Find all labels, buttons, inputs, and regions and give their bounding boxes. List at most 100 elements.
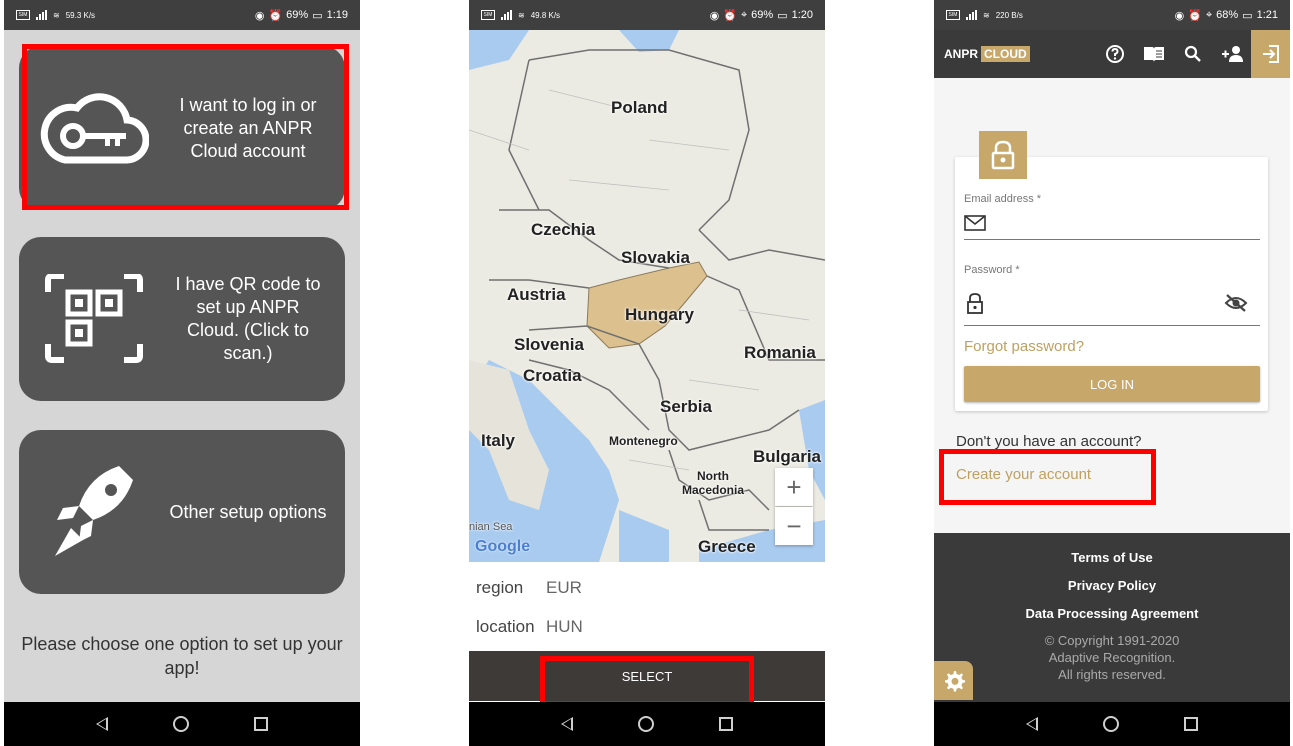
- forgot-password-link[interactable]: Forgot password?: [964, 338, 1084, 355]
- copyright-line-3: All rights reserved.: [1058, 667, 1166, 682]
- wifi-icon: ≋: [518, 10, 525, 20]
- no-account-text: Don't you have an account?: [956, 433, 1142, 450]
- email-field[interactable]: [992, 208, 1260, 238]
- qr-option-label: I have QR code to set up ANPR Cloud. (Cl…: [175, 274, 321, 363]
- visibility-off-icon[interactable]: [1224, 294, 1248, 317]
- location-icon: ⌖: [740, 8, 748, 21]
- region-map[interactable]: Poland Czechia Slovakia Austria Hungary …: [469, 30, 825, 562]
- home-nav-icon[interactable]: [1102, 716, 1119, 732]
- rocket-icon: [19, 462, 169, 562]
- map-label-north-macedonia: North Macedonia: [681, 469, 744, 497]
- sim-icon: SIM: [16, 10, 30, 20]
- login-screen: SIM ≋ 220 B/s ◉ ⏰ ⌖ 68% ▭ 1:21 ANPR CLOU…: [934, 0, 1290, 746]
- qr-option-button[interactable]: I have QR code to set up ANPR Cloud. (Cl…: [19, 237, 345, 401]
- signal-icon: [966, 10, 977, 20]
- map-label-poland: Poland: [611, 98, 668, 117]
- data-speed: 220 B/s: [995, 10, 1023, 20]
- map-label-italy: Italy: [481, 431, 516, 450]
- clock: 1:20: [791, 9, 813, 21]
- region-value: EUR: [546, 578, 582, 597]
- battery-icon: ▭: [1242, 9, 1253, 22]
- dpa-link[interactable]: Data Processing Agreement: [934, 606, 1290, 621]
- eye-icon: ◉: [254, 9, 265, 22]
- battery-percent: 68%: [1216, 9, 1239, 21]
- region-label: region: [476, 578, 524, 597]
- status-bar: SIM ≋ 59.3 K/s ◉ ⏰ 69% ▭ 1:19: [4, 0, 360, 30]
- eye-icon: ◉: [709, 9, 720, 22]
- map-label-czechia: Czechia: [531, 220, 596, 239]
- login-icon[interactable]: [1251, 30, 1290, 78]
- battery-percent: 69%: [286, 9, 309, 21]
- other-options-button[interactable]: Other setup options: [19, 430, 345, 594]
- recents-nav-icon[interactable]: [253, 717, 268, 731]
- password-label: Password *: [964, 264, 1020, 276]
- data-speed: 49.8 K/s: [530, 10, 561, 20]
- clock: 1:21: [1256, 9, 1278, 21]
- map-label-slovenia: Slovenia: [514, 335, 584, 354]
- sim-icon: SIM: [481, 10, 495, 20]
- zoom-out-button[interactable]: −: [775, 507, 813, 545]
- other-options-label: Other setup options: [169, 501, 327, 522]
- battery-icon: ▭: [312, 9, 323, 22]
- map-label-romania: Romania: [744, 343, 816, 362]
- email-icon: [964, 215, 986, 236]
- signal-icon: [36, 10, 47, 20]
- home-nav-icon[interactable]: [172, 716, 189, 732]
- privacy-link[interactable]: Privacy Policy: [934, 578, 1290, 593]
- setup-options-screen: SIM ≋ 59.3 K/s ◉ ⏰ 69% ▭ 1:19 I want to …: [4, 0, 360, 746]
- location-icon: ⌖: [1205, 8, 1213, 21]
- settings-gear-icon[interactable]: [934, 661, 973, 700]
- highlight-box: [939, 449, 1156, 505]
- wifi-icon: ≋: [983, 10, 990, 20]
- map-label-croatia: Croatia: [523, 366, 582, 385]
- back-nav-icon[interactable]: [561, 717, 574, 731]
- clock: 1:19: [326, 9, 348, 21]
- alarm-icon: ⏰: [723, 9, 737, 22]
- recents-nav-icon[interactable]: [1183, 717, 1198, 731]
- region-select-screen: SIM ≋ 49.8 K/s ◉ ⏰ ⌖ 69% ▭ 1:20 Poland C…: [469, 0, 825, 746]
- copyright-line-1: © Copyright 1991-2020: [1044, 633, 1180, 648]
- email-label: Email address *: [964, 193, 1042, 205]
- android-nav-bar: [934, 702, 1290, 746]
- recents-nav-icon[interactable]: [718, 717, 733, 731]
- highlight-box: [22, 44, 349, 210]
- wifi-icon: ≋: [53, 10, 60, 20]
- signal-icon: [501, 10, 512, 20]
- alarm-icon: ⏰: [268, 9, 283, 22]
- map-label-greece: Greece: [698, 537, 756, 556]
- android-nav-bar: [4, 702, 360, 746]
- login-button[interactable]: LOG IN: [964, 366, 1260, 402]
- status-bar: SIM ≋ 49.8 K/s ◉ ⏰ ⌖ 69% ▭ 1:20: [469, 0, 825, 30]
- password-field[interactable]: [992, 288, 1222, 318]
- copyright-line-2: Adaptive Recognition.: [1048, 650, 1176, 665]
- add-user-icon[interactable]: [1212, 30, 1251, 78]
- location-label: location: [476, 617, 535, 636]
- map-label-hungary: Hungary: [625, 305, 694, 324]
- back-nav-icon[interactable]: [1026, 717, 1039, 731]
- battery-percent: 69%: [751, 9, 774, 21]
- alarm-icon: ⏰: [1188, 9, 1202, 22]
- manual-book-icon[interactable]: [1134, 30, 1173, 78]
- zoom-in-button[interactable]: +: [775, 468, 813, 506]
- anpr-cloud-logo: ANPR CLOUD: [944, 46, 1030, 62]
- app-bar: ANPR CLOUD: [934, 30, 1290, 78]
- status-bar: SIM ≋ 220 B/s ◉ ⏰ ⌖ 68% ▭ 1:21: [934, 0, 1290, 30]
- map-label-slovakia: Slovakia: [621, 248, 690, 267]
- qr-code-icon: [19, 274, 169, 364]
- back-nav-icon[interactable]: [96, 717, 109, 731]
- help-icon[interactable]: [1095, 30, 1134, 78]
- sim-icon: SIM: [946, 10, 960, 20]
- android-nav-bar: [469, 702, 825, 746]
- highlight-box: [540, 656, 754, 706]
- map-label-serbia: Serbia: [660, 397, 712, 416]
- terms-link[interactable]: Terms of Use: [934, 550, 1290, 565]
- map-label-sea: nian Sea: [469, 521, 513, 533]
- password-underline: [964, 325, 1260, 326]
- search-icon[interactable]: [1173, 30, 1212, 78]
- home-nav-icon[interactable]: [637, 716, 654, 732]
- lock-icon: [979, 131, 1027, 179]
- map-label-bulgaria: Bulgaria: [753, 447, 822, 466]
- battery-icon: ▭: [777, 9, 788, 22]
- location-row: location HUN: [476, 617, 583, 637]
- instruction-text: Please choose one option to set up your …: [21, 634, 343, 678]
